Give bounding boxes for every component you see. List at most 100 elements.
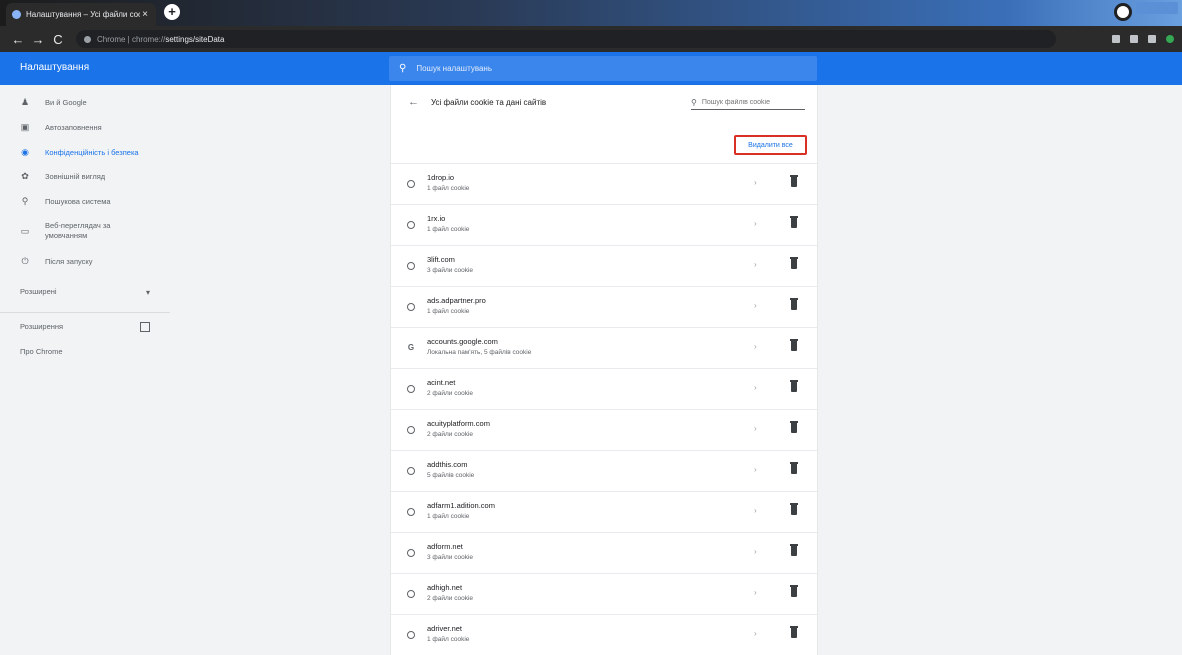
list-item[interactable]: adhigh.net 2 файли cookie › [391,573,817,614]
cookie-count: 1 файл cookie [427,308,470,315]
search-icon: ⚲ [691,97,697,107]
site-name: acint.net [427,378,456,387]
reload-button[interactable]: C [48,32,68,47]
shield-icon: ◉ [21,147,29,157]
search-icon: ⚲ [399,63,407,74]
sidebar-item-privacy[interactable]: ◉ Конфіденційність і безпека [20,147,139,158]
trash-icon[interactable] [790,462,798,474]
tab-strip: Налаштування – Усі файли cookie × + [0,0,1182,26]
extension-badge-icon[interactable] [1166,35,1174,43]
chevron-right-icon[interactable]: › [754,178,757,187]
settings-header: Налаштування ⚲ [0,52,1182,85]
bookmark-icon[interactable] [1130,35,1138,43]
list-item[interactable]: ads.adpartner.pro 1 файл cookie › [391,286,817,327]
trash-icon[interactable] [790,544,798,556]
chevron-right-icon[interactable]: › [754,301,757,310]
new-tab-button[interactable]: + [164,4,180,20]
sidebar-item-autofill[interactable]: ▣ Автозаповнення [20,122,102,133]
sidebar: ♟ Ви й Google ▣ Автозаповнення ◉ Конфіде… [0,85,170,655]
browser-tab[interactable]: Налаштування – Усі файли cookie × [6,3,156,26]
remove-all-button[interactable]: Видалити все [734,135,807,155]
cast-icon[interactable] [1112,35,1120,43]
list-item[interactable]: acuityplatform.com 2 файли cookie › [391,409,817,450]
globe-icon [407,631,415,639]
sidebar-item-appearance[interactable]: ✿ Зовнішній вигляд [20,171,105,182]
list-item[interactable]: 3lift.com 3 файли cookie › [391,245,817,286]
cookie-count: 1 файл cookie [427,636,470,643]
chevron-right-icon[interactable]: › [754,219,757,228]
settings-favicon-icon [12,10,21,19]
trash-icon[interactable] [790,503,798,515]
back-button[interactable]: ← [8,32,28,47]
cookie-count: 1 файл cookie [427,226,470,233]
sidebar-about-chrome[interactable]: Про Chrome [20,347,63,356]
site-name: 1rx.io [427,214,446,223]
back-arrow-icon[interactable]: ← [408,96,419,108]
site-name: addthis.com [427,460,468,469]
sidebar-extensions[interactable]: Розширення [20,322,63,331]
settings-search[interactable]: ⚲ [389,56,817,81]
chevron-right-icon[interactable]: › [754,342,757,351]
chevron-right-icon[interactable]: › [754,547,757,556]
list-item[interactable]: 1drop.io 1 файл cookie › [391,163,817,204]
cookie-count: 2 файли cookie [427,595,474,602]
profile-icon[interactable] [1114,3,1132,21]
search-input[interactable] [414,63,799,74]
trash-icon[interactable] [790,339,798,351]
list-item[interactable]: adform.net 3 файли cookie › [391,532,817,573]
site-name: ads.adpartner.pro [427,296,486,305]
trash-icon[interactable] [790,421,798,433]
globe-icon [407,303,415,311]
chevron-right-icon[interactable]: › [754,260,757,269]
trash-icon[interactable] [790,380,798,392]
trash-icon[interactable] [790,585,798,597]
close-tab-icon[interactable]: × [140,9,150,20]
chevron-right-icon[interactable]: › [754,506,757,515]
trash-icon[interactable] [790,626,798,638]
tab-title: Налаштування – Усі файли cookie [26,10,140,19]
sidebar-item-search-engine[interactable]: ⚲ Пошукова система [20,196,111,207]
window-controls[interactable] [1136,2,1178,14]
globe-icon [407,262,415,270]
sidebar-item-label: Автозаповнення [45,123,102,132]
site-name: adfarm1.adition.com [427,501,495,510]
forward-button[interactable]: → [28,32,48,47]
list-item[interactable]: 1rx.io 1 файл cookie › [391,204,817,245]
chevron-right-icon[interactable]: › [754,383,757,392]
list-item[interactable]: G accounts.google.com Локальна пам'ять, … [391,327,817,368]
sidebar-item-you-and-google[interactable]: ♟ Ви й Google [20,97,87,108]
extensions-icon[interactable] [1148,35,1156,43]
globe-icon [407,549,415,557]
chevron-right-icon[interactable]: › [754,629,757,638]
chevron-right-icon[interactable]: › [754,465,757,474]
chevron-down-icon[interactable]: ▾ [146,288,150,297]
browser-icon: ▭ [20,225,30,236]
search-icon: ⚲ [21,196,29,206]
site-name: adhigh.net [427,583,463,592]
trash-icon[interactable] [790,175,798,187]
autofill-icon: ▣ [20,122,30,132]
cookie-search-input[interactable] [699,97,800,107]
sidebar-item-label: Зовнішній вигляд [45,172,106,181]
sidebar-item-on-startup[interactable]: ⏻ Після запуску [20,256,93,267]
list-item[interactable]: adfarm1.adition.com 1 файл cookie › [391,491,817,532]
sidebar-item-default-browser[interactable]: ▭ Веб-переглядач за умовчанням [20,221,115,241]
list-item[interactable]: adriver.net 1 файл cookie › [391,614,817,655]
globe-icon [407,590,415,598]
site-name: 3lift.com [427,255,455,264]
cookie-search[interactable]: ⚲ [691,95,805,110]
trash-icon[interactable] [790,216,798,228]
section-title: Усі файли cookie та дані сайтів [431,98,547,107]
list-item[interactable]: addthis.com 5 файлів cookie › [391,450,817,491]
address-bar[interactable]: Chrome | chrome:// settings/siteData [76,30,1056,48]
site-info-icon[interactable] [84,35,91,43]
chevron-right-icon[interactable]: › [754,588,757,597]
trash-icon[interactable] [790,298,798,310]
chevron-right-icon[interactable]: › [754,424,757,433]
trash-icon[interactable] [790,257,798,269]
list-item[interactable]: acint.net 2 файли cookie › [391,368,817,409]
sidebar-item-label: Після запуску [45,257,93,266]
cookie-count: 2 файли cookie [427,431,474,438]
open-in-new-icon[interactable] [140,322,150,332]
sidebar-advanced[interactable]: Розширені [20,287,57,296]
